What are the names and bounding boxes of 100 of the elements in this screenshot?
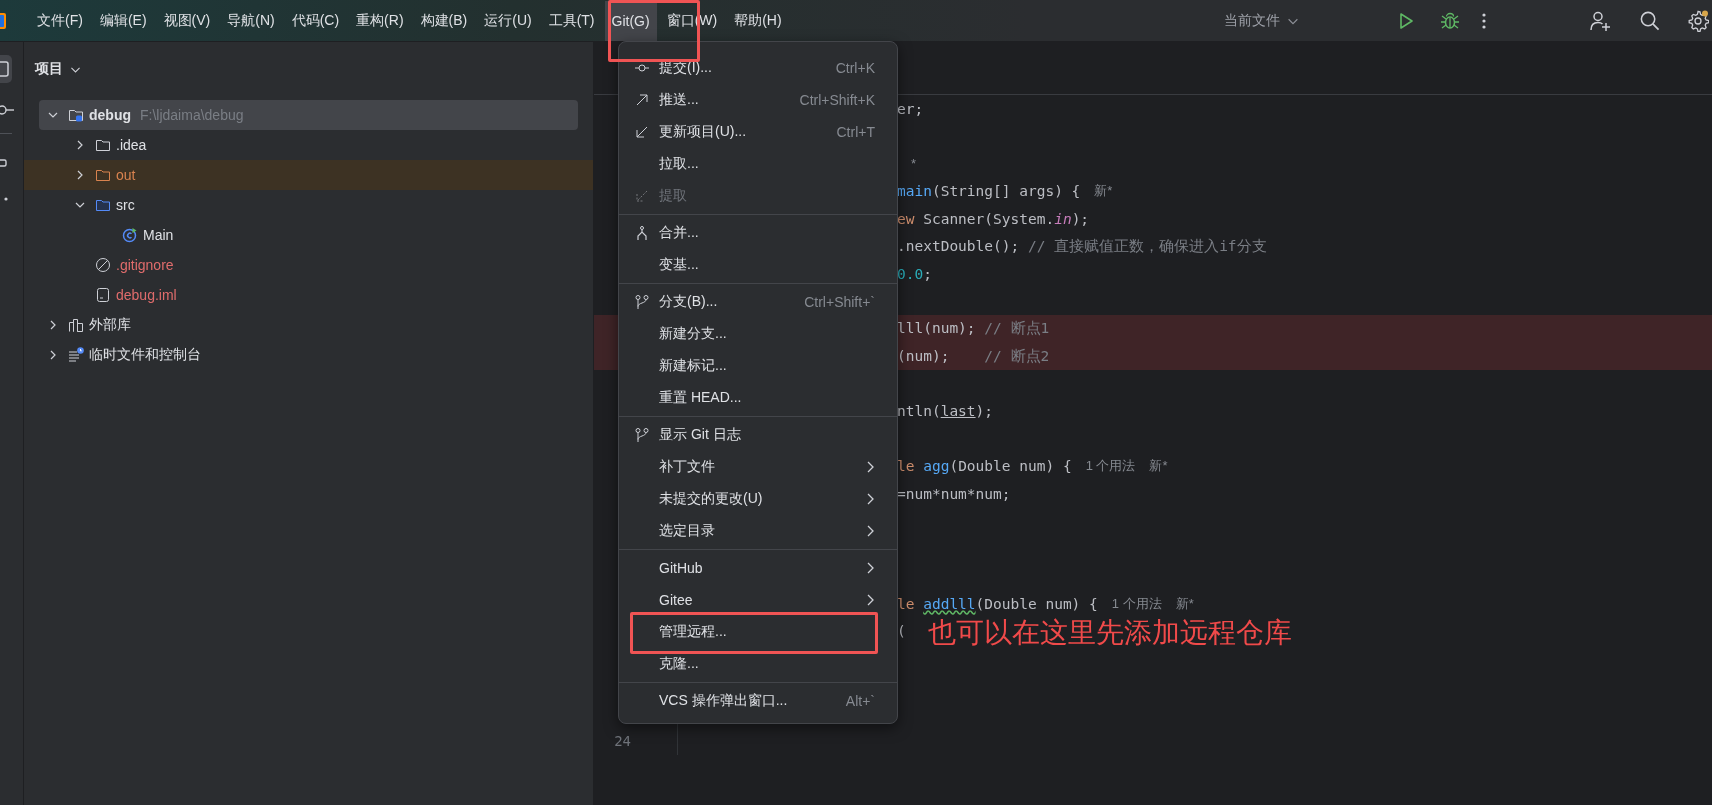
more-icon[interactable] xyxy=(3,196,9,202)
tree-item[interactable]: Main xyxy=(24,220,593,250)
menu-item[interactable]: 补丁文件 xyxy=(619,451,897,483)
menu-item[interactable]: Gitee xyxy=(619,584,897,616)
code-line: er; xyxy=(897,100,924,117)
run-config-dropdown[interactable]: 当前文件 xyxy=(1220,11,1304,30)
item-label: debug xyxy=(89,107,131,123)
project-tool-icon[interactable] xyxy=(0,55,14,83)
chevron-right-icon xyxy=(865,524,875,538)
annotation-text: 也可以在这里先添加远程仓库 xyxy=(928,616,1292,650)
tree-item[interactable]: src xyxy=(24,190,593,220)
item-label: debug.iml xyxy=(116,287,177,303)
item-label: .idea xyxy=(116,137,147,153)
tree-item[interactable]: .idea xyxy=(24,130,593,160)
commit-icon[interactable] xyxy=(0,103,14,117)
menu-item[interactable]: 帮助(H) xyxy=(727,0,789,41)
app-logo-icon xyxy=(0,11,8,30)
menu-item[interactable]: 新建分支... xyxy=(619,318,897,350)
branch-icon xyxy=(634,294,650,310)
shortcut: Alt+` xyxy=(845,693,875,709)
folder-icon xyxy=(95,137,111,153)
item-label: Main xyxy=(143,227,174,243)
menu-item[interactable]: 显示 Git 日志 xyxy=(619,419,897,451)
inlay-hint: 新* xyxy=(1149,457,1168,476)
menu-item[interactable]: 导航(N) xyxy=(220,0,282,41)
no-entry-icon xyxy=(95,257,111,273)
menu-item[interactable]: 构建(B) xyxy=(413,0,475,41)
item-label: .gitignore xyxy=(116,257,174,273)
tree-item[interactable]: .gitignore xyxy=(24,250,593,280)
code-line: le agg(Double num) { xyxy=(897,458,1072,475)
file-icon xyxy=(95,287,111,303)
inlay-hint: 1 个用法 xyxy=(1085,457,1136,476)
menu-item[interactable]: 分支(B)... Ctrl+Shift+` xyxy=(619,286,897,318)
item-label: 临时文件和控制台 xyxy=(89,346,201,364)
tree-item[interactable]: debug F:\ljdaima\debug xyxy=(39,100,578,130)
menu-item[interactable]: 合并... xyxy=(619,217,897,249)
search-icon[interactable] xyxy=(1639,10,1660,31)
chevron-right-icon xyxy=(865,460,875,474)
inlay-hint: 新* xyxy=(1175,594,1194,613)
code-line: (num); // 断点2 xyxy=(897,346,1050,366)
scratch-icon xyxy=(68,347,84,363)
tree-item[interactable]: 临时文件和控制台 xyxy=(24,340,593,370)
menu-item[interactable]: 变基... xyxy=(619,249,897,281)
folder-icon xyxy=(95,167,111,183)
merge-icon xyxy=(634,225,650,241)
item-path: F:\ljdaima\debug xyxy=(140,107,244,123)
code-line: lll(num); // 断点1 xyxy=(897,319,1050,339)
menu-item[interactable]: 代码(C) xyxy=(284,0,347,41)
bug-icon[interactable] xyxy=(1440,10,1460,31)
folder-icon xyxy=(95,197,111,213)
menu-item[interactable]: 视图(V) xyxy=(156,0,218,41)
item-label: src xyxy=(116,197,135,213)
menu-item[interactable]: 重置 HEAD... xyxy=(619,382,897,414)
line-number: 24 xyxy=(614,733,631,750)
shortcut: Ctrl+Shift+` xyxy=(804,294,875,310)
menu-item[interactable]: VCS 操作弹出窗口... Alt+` xyxy=(619,685,897,717)
inlay-hint: 1 个用法 xyxy=(1111,594,1162,613)
settings-icon[interactable] xyxy=(1687,9,1709,32)
panel-title: 项目 xyxy=(35,60,63,78)
class-icon xyxy=(122,227,138,243)
menu-item[interactable]: GitHub xyxy=(619,552,897,584)
code-line: =num*num*num; xyxy=(897,485,1011,502)
code-line: ew Scanner(System.in); xyxy=(897,210,1090,227)
structure-icon[interactable] xyxy=(0,158,10,168)
chevron-right-icon xyxy=(865,561,875,575)
code-line: le addlll(Double num) { xyxy=(897,595,1098,612)
branch-icon xyxy=(634,427,650,443)
item-label: out xyxy=(116,167,136,183)
arrow-down-left-icon xyxy=(634,188,650,204)
menu-item[interactable]: 工具(T) xyxy=(541,0,602,41)
chevron-right-icon xyxy=(865,593,875,607)
inlay-hint: * xyxy=(911,156,917,172)
menu-item[interactable]: 新建标记... xyxy=(619,350,897,382)
menu-item[interactable]: 克隆... xyxy=(619,648,897,680)
add-user-icon[interactable] xyxy=(1589,9,1611,32)
menu-item[interactable]: 选定目录 xyxy=(619,515,897,547)
menu-item[interactable]: 拉取... xyxy=(619,148,897,180)
code-line: main(String[] args) { xyxy=(897,183,1081,200)
tree-item[interactable]: out xyxy=(24,160,593,190)
menu-item[interactable]: 编辑(E) xyxy=(92,0,154,41)
menu-item[interactable]: 管理远程... xyxy=(619,616,897,648)
tree-item[interactable]: debug.iml xyxy=(24,280,593,310)
chevron-right-icon xyxy=(865,492,875,506)
menu-item[interactable]: 未提交的更改(U) xyxy=(619,483,897,515)
code-line: .nextDouble(); // 直接赋值正数，确保进入if分支 xyxy=(897,236,1267,256)
shortcut: Ctrl+Shift+K xyxy=(799,92,875,108)
tree-item[interactable]: 外部库 xyxy=(24,310,593,340)
code-line: ntln(last); xyxy=(897,403,994,420)
shortcut: Ctrl+T xyxy=(836,124,875,140)
item-label: 外部库 xyxy=(89,316,131,334)
menu-item[interactable]: 推送... Ctrl+Shift+K xyxy=(619,84,897,116)
menu-item[interactable]: 运行(U) xyxy=(477,0,539,41)
menu-item[interactable]: 文件(F) xyxy=(30,0,90,41)
menu-item[interactable]: 重构(R) xyxy=(349,0,411,41)
shortcut: Ctrl+K xyxy=(835,60,875,76)
inlay-hint: 新* xyxy=(1094,182,1113,201)
code-line: 0.0; xyxy=(897,265,932,282)
menu-item[interactable]: 更新项目(U)... Ctrl+T xyxy=(619,116,897,148)
module-folder-icon xyxy=(68,107,84,123)
arrow-down-left-icon xyxy=(634,124,650,140)
